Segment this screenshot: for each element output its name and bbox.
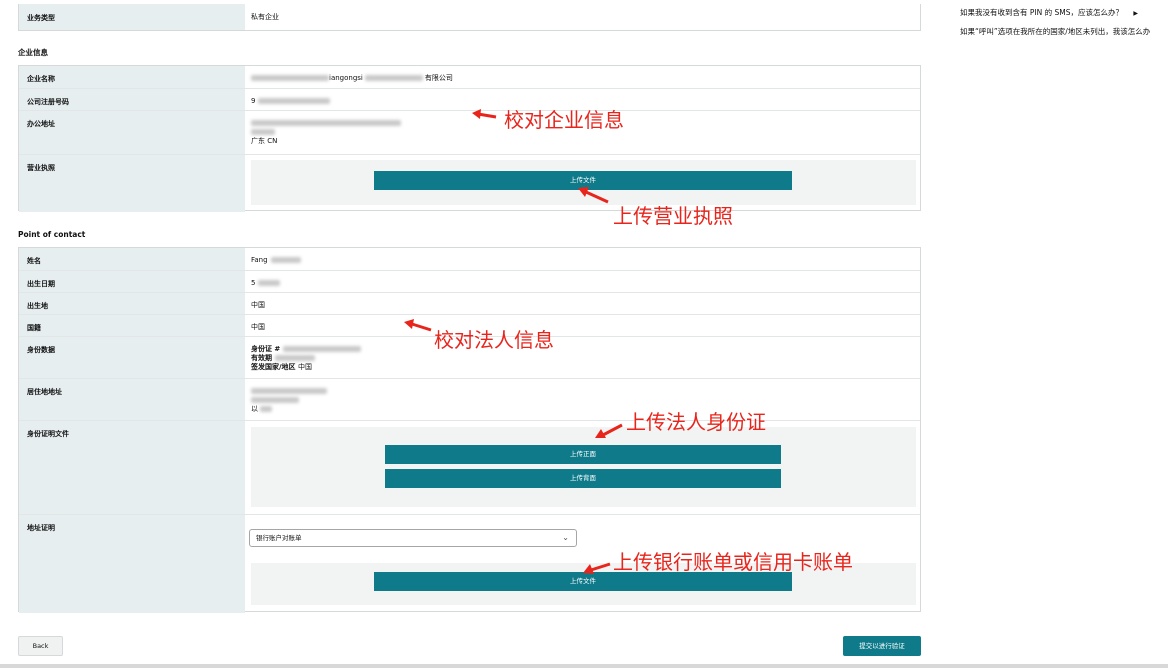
redacted-blur xyxy=(251,388,327,394)
id-document-label: 身份证明文件 xyxy=(27,430,69,438)
contact-name-value: Fang xyxy=(251,256,301,265)
upload-id-back-button[interactable]: 上传背面 xyxy=(385,469,781,488)
company-info-title: 企业信息 xyxy=(18,48,48,57)
contact-pob-label: 出生地 xyxy=(27,302,48,310)
triangle-right-icon: ▶ xyxy=(1133,10,1139,17)
contact-residence-row: 居住地地址 以 xyxy=(19,378,920,421)
contact-section-title: Point of contact xyxy=(18,230,86,239)
proof-document-type-value: 银行账户对账单 xyxy=(256,534,302,542)
upload-id-front-button[interactable]: 上传正面 xyxy=(385,445,781,464)
business-license-label: 营业执照 xyxy=(27,164,55,172)
business-type-card: 业务类型 私有企业 xyxy=(18,4,921,31)
redacted-blur xyxy=(283,346,362,352)
business-type-label-cell: 业务类型 xyxy=(19,4,245,30)
company-name-value: iangongsi 有限公司 xyxy=(251,74,453,83)
company-address-label: 办公地址 xyxy=(27,120,55,128)
contact-residence-label: 居住地地址 xyxy=(27,388,62,396)
contact-nationality-value: 中国 xyxy=(251,323,265,331)
proof-of-address-label: 地址证明 xyxy=(27,524,55,532)
company-info-card: 企业名称 iangongsi 有限公司 公司注册号码 9 办公地址 广东 CN 营… xyxy=(18,65,921,212)
redacted-blur xyxy=(258,280,281,286)
contact-nationality-label: 国籍 xyxy=(27,324,41,332)
redacted-blur xyxy=(251,397,299,403)
annotation-arrow-icon xyxy=(578,187,609,204)
contact-name-label: 姓名 xyxy=(27,257,41,265)
contact-dob-value: 5 xyxy=(251,279,281,288)
annotation-arrow-icon xyxy=(583,562,611,574)
redacted-blur xyxy=(364,75,423,81)
business-type-value: 私有企业 xyxy=(251,13,279,21)
contact-dob-row: 出生日期 5 xyxy=(19,270,920,293)
submit-verification-button[interactable]: 提交以进行验证 xyxy=(843,636,921,656)
contact-name-row: 姓名 Fang xyxy=(19,248,920,270)
annotation-verify-company: 校对企业信息 xyxy=(504,108,624,132)
redacted-blur xyxy=(251,75,329,81)
annotation-arrow-icon xyxy=(472,109,497,119)
sidebar-help-link-call[interactable]: 如果“呼叫”选项在我所在的国家/地区未列出，我该怎么办 xyxy=(960,26,1150,37)
redacted-blur xyxy=(270,257,301,263)
redacted-blur xyxy=(251,120,401,126)
company-reg-value: 9 xyxy=(251,97,331,106)
business-type-row: 业务类型 私有企业 xyxy=(19,4,920,30)
bottom-scrollbar[interactable] xyxy=(0,664,1168,668)
contact-pob-row: 出生地 中国 xyxy=(19,292,920,315)
annotation-upload-bank-statement: 上传银行账单或信用卡账单 xyxy=(613,550,853,574)
contact-residence-value: 以 xyxy=(251,387,327,414)
contact-id-value: 身份证 # 有效期 签发国家/地区 中国 xyxy=(251,345,362,372)
redacted-blur xyxy=(251,129,275,135)
company-name-row: 企业名称 iangongsi 有限公司 xyxy=(19,66,920,88)
business-type-label: 业务类型 xyxy=(27,14,55,22)
sidebar-help-link-sms-text: 如果我没有收到含有 PIN 的 SMS，应该怎么办？ xyxy=(960,8,1123,17)
business-license-row: 营业执照 上传文件 xyxy=(19,154,920,212)
proof-document-type-select[interactable]: 银行账户对账单 ⌄ xyxy=(249,529,577,547)
annotation-upload-id: 上传法人身份证 xyxy=(626,410,766,434)
contact-pob-value: 中国 xyxy=(251,301,265,309)
company-address-value: 广东 CN xyxy=(251,119,401,146)
id-document-row: 身份证明文件 上传正面 上传背面 xyxy=(19,420,920,515)
contact-dob-label: 出生日期 xyxy=(27,280,55,288)
id-document-upload-area xyxy=(251,427,916,507)
redacted-blur xyxy=(258,98,331,104)
company-name-label: 企业名称 xyxy=(27,75,55,83)
redacted-blur xyxy=(260,406,272,412)
redacted-blur xyxy=(275,355,315,361)
contact-id-label: 身份数据 xyxy=(27,346,55,354)
sidebar-help-link-sms[interactable]: 如果我没有收到含有 PIN 的 SMS，应该怎么办？ ▶ xyxy=(960,7,1138,18)
company-reg-label: 公司注册号码 xyxy=(27,98,69,106)
chevron-down-icon: ⌄ xyxy=(562,533,569,542)
annotation-verify-legal-person: 校对法人信息 xyxy=(434,328,554,352)
annotation-upload-license: 上传营业执照 xyxy=(613,204,733,228)
back-button[interactable]: Back xyxy=(18,636,63,656)
annotation-arrow-icon xyxy=(595,423,623,438)
annotation-arrow-icon xyxy=(404,319,432,332)
